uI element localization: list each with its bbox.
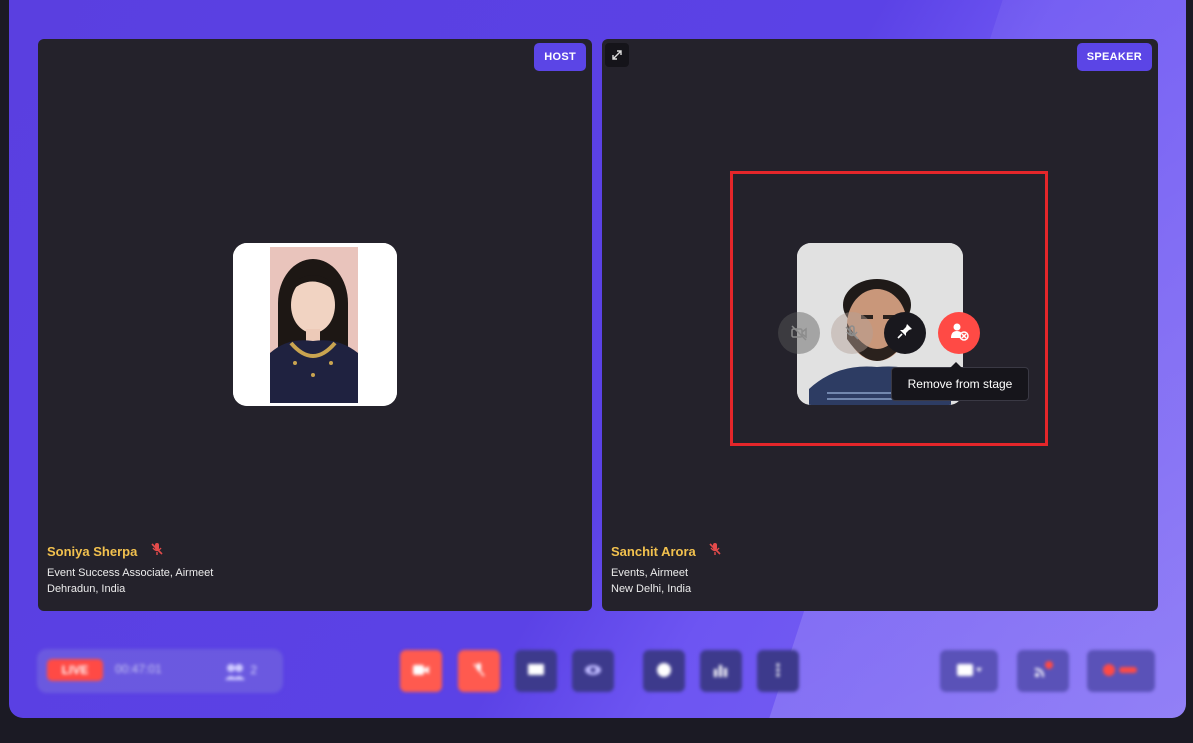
stage-toolbar: LIVE 00:47:01 2 <box>9 636 1186 706</box>
layout-button[interactable] <box>940 650 998 692</box>
video-camera-icon <box>412 663 430 680</box>
users-icon <box>223 663 250 680</box>
screen-icon <box>527 663 545 680</box>
camera-button[interactable] <box>400 650 442 692</box>
speaker-badge: SPEAKER <box>1076 43 1152 71</box>
polls-button[interactable] <box>700 650 742 692</box>
participant-title: Events, Airmeet <box>611 567 689 579</box>
stage-frame: HOST Soniya Sherpa Event Success Associa… <box>9 0 1186 718</box>
emoji-icon <box>656 662 672 681</box>
more-vertical-icon <box>775 662 781 681</box>
session-timer: 00:47:01 <box>115 662 162 676</box>
layout-icon <box>956 663 982 680</box>
participant-name: Soniya Sherpa <box>47 543 138 559</box>
eye-icon <box>584 664 602 679</box>
participant-info: Sanchit Arora Events, Airmeet New Delhi,… <box>611 542 722 595</box>
stream-button[interactable] <box>1017 650 1069 692</box>
participant-title: Event Success Associate, Airmeet <box>47 567 214 579</box>
present-button[interactable] <box>572 650 614 692</box>
viewer-count: 2 <box>223 662 257 680</box>
bar-chart-icon <box>713 663 729 680</box>
avatar <box>233 243 397 406</box>
host-badge: HOST <box>534 43 586 71</box>
expand-icon[interactable] <box>605 43 629 67</box>
highlight-box <box>730 171 1048 446</box>
participant-info: Soniya Sherpa Event Success Associate, A… <box>47 542 213 595</box>
mic-button[interactable] <box>458 650 500 692</box>
participant-tile-host: HOST Soniya Sherpa Event Success Associa… <box>38 39 592 611</box>
participant-tile-speaker: SPEAKER Remove from stage Sanchit Arora … <box>602 39 1158 611</box>
broadcast-icon <box>1033 660 1053 682</box>
record-button[interactable] <box>1087 650 1155 692</box>
more-options-button[interactable] <box>757 650 799 692</box>
live-status: LIVE 00:47:01 2 <box>37 649 283 693</box>
share-screen-button[interactable] <box>515 650 557 692</box>
participant-location: New Delhi, India <box>611 583 692 595</box>
participant-name: Sanchit Arora <box>611 543 696 559</box>
profile-photo <box>233 243 397 406</box>
reactions-button[interactable] <box>643 650 685 692</box>
participant-location: Dehradun, India <box>47 583 126 595</box>
viewer-count-label: 2 <box>250 663 258 678</box>
live-badge: LIVE <box>47 659 103 681</box>
mic-off-icon <box>472 662 486 681</box>
record-icon <box>1101 662 1141 681</box>
mic-off-icon <box>150 542 164 561</box>
mic-off-icon <box>708 542 722 561</box>
